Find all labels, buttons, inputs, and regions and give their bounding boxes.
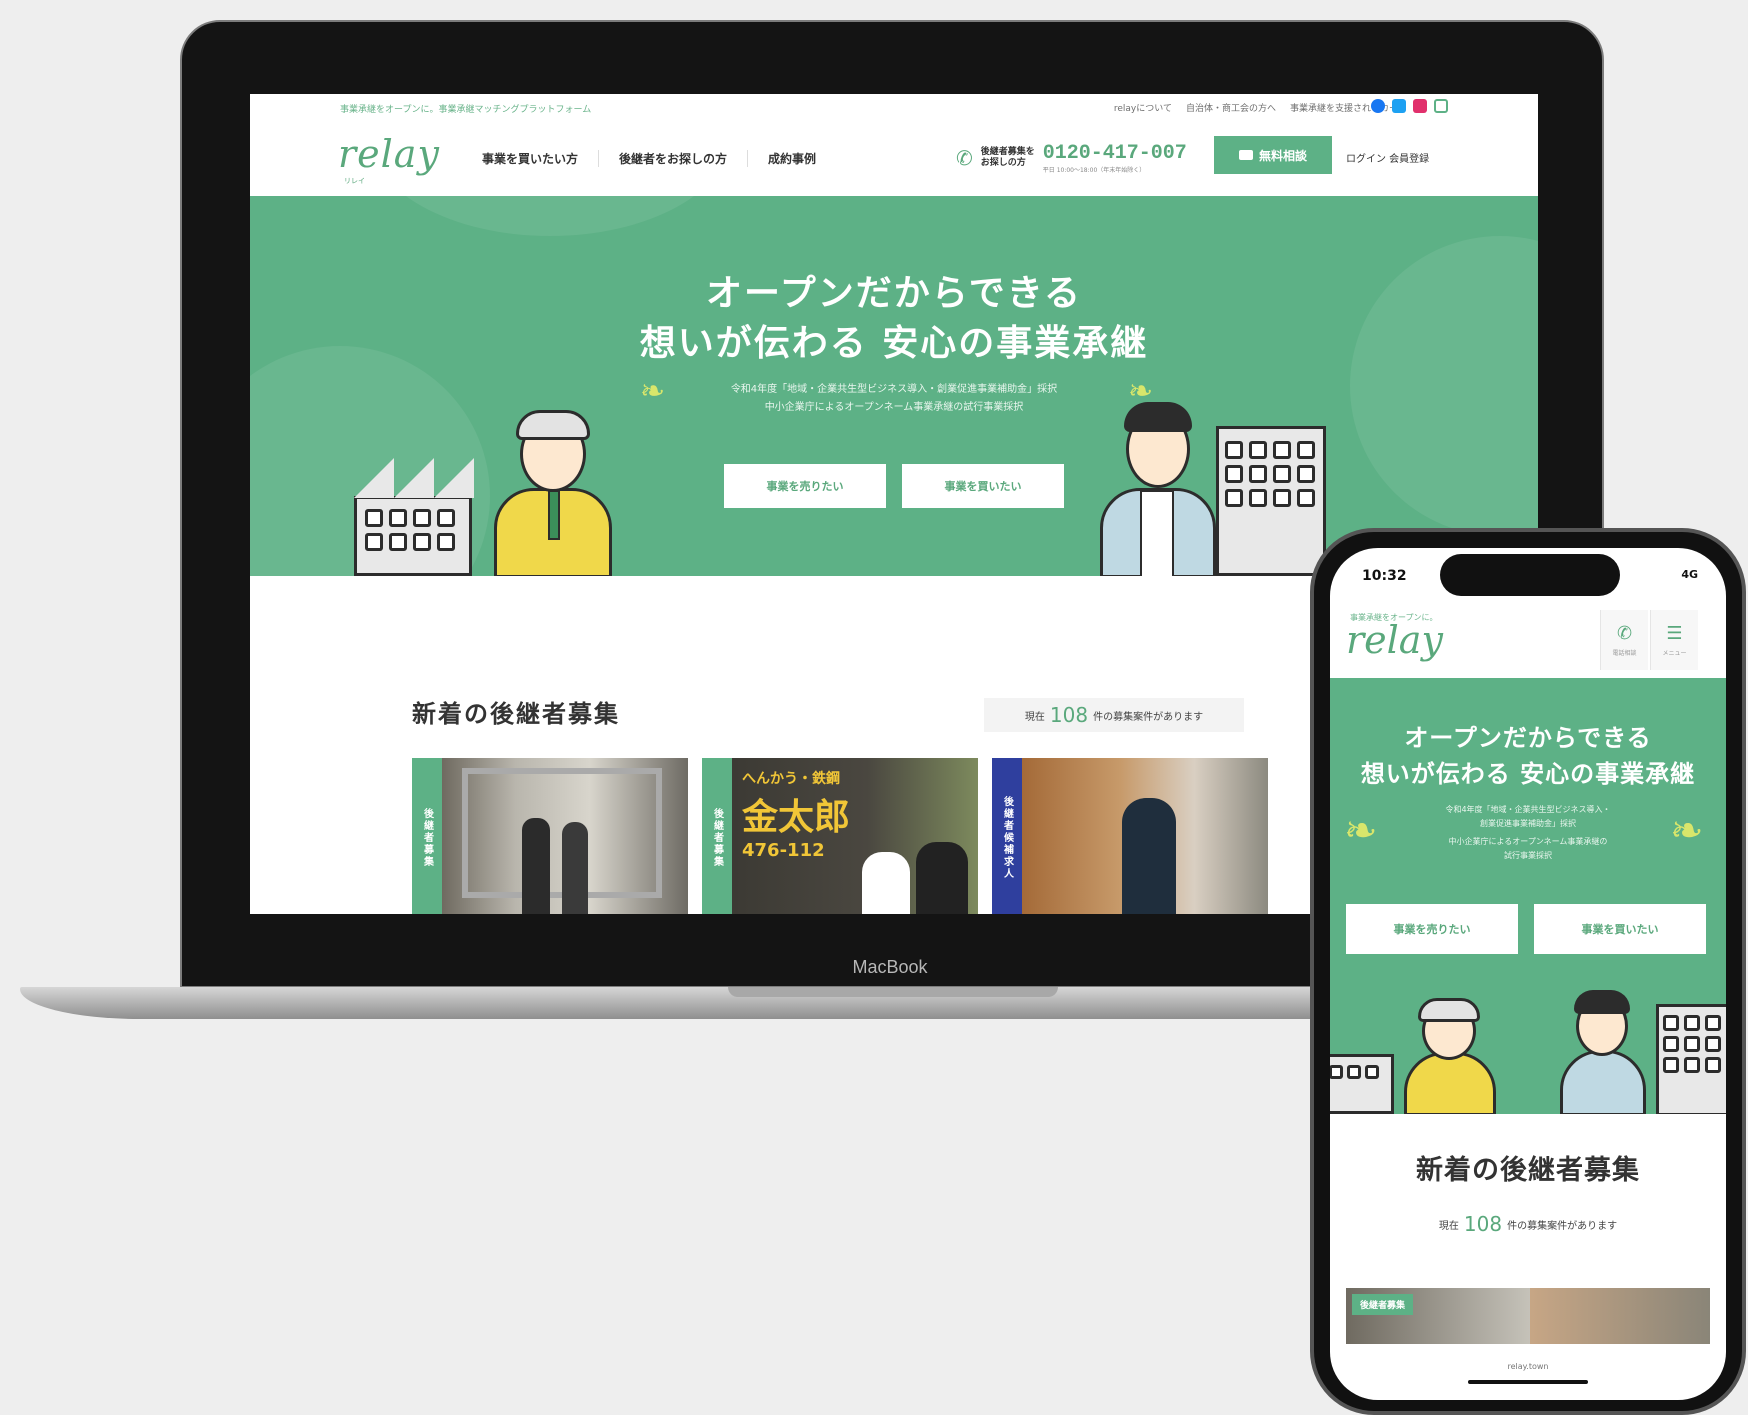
laurel-right-icon: ❧ xyxy=(1670,808,1704,854)
phone-listing-card[interactable] xyxy=(1530,1288,1710,1344)
phone-menu-button[interactable]: ☰ メニュー xyxy=(1650,610,1698,670)
phone-hero-title-line2: 想いが伝わる 安心の事業承継 xyxy=(1360,760,1696,788)
card-tag: 後継者募集 xyxy=(412,758,442,914)
phone-icon: ✆ xyxy=(1616,623,1633,644)
phone-contact[interactable]: ✆ 後継者募集を お探しの方 0120-417-007 平日 10:00〜18:… xyxy=(956,142,1187,174)
phone-buy-button[interactable]: 事業を買いたい xyxy=(1534,904,1706,954)
phone-award-line1: 令和4年度「地域・企業共生型ビジネス導入・ xyxy=(1445,805,1611,814)
top-links: relayについて 自治体・商工会の方へ 事業承継を支援されるカー xyxy=(1114,101,1398,114)
count-suffix: 件の募集案件があります xyxy=(1093,711,1204,723)
topbar: 事業承継をオープンに。事業承継マッチングプラットフォーム relayについて 自… xyxy=(250,94,1538,122)
phone-sell-button[interactable]: 事業を売りたい xyxy=(1346,904,1518,954)
twitter-icon[interactable] xyxy=(1392,99,1406,113)
phone-listing-card[interactable]: 後継者募集 xyxy=(1346,1288,1538,1344)
main-nav: 事業を買いたい方 後継者をお探しの方 成約事例 xyxy=(462,150,836,167)
listing-card[interactable]: 後継者募集 へんかう・鉄鋼 金太郎 476-112 xyxy=(702,758,978,914)
login-register-link[interactable]: ログイン 会員登録 xyxy=(1346,150,1429,165)
site-logo[interactable]: relay xyxy=(338,132,440,176)
count-number: 108 xyxy=(1049,703,1089,727)
phone-award-line4: 試行事業採択 xyxy=(1504,851,1552,860)
card-photo: へんかう・鉄鋼 金太郎 476-112 xyxy=(732,758,978,914)
listing-count: 現在 108 件の募集案件があります xyxy=(984,698,1244,732)
listing-card[interactable]: 後継者候補求人 xyxy=(992,758,1268,914)
nav-item-buy[interactable]: 事業を買いたい方 xyxy=(462,150,600,167)
facebook-icon[interactable] xyxy=(1371,99,1385,113)
phone-section-title: 新着の後継者募集 xyxy=(1416,1155,1640,1186)
phone-label: 後継者募集を お探しの方 xyxy=(980,147,1035,168)
phone-number[interactable]: 0120-417-007 xyxy=(1043,142,1187,165)
card-tag: 後継者募集 xyxy=(702,758,732,914)
count-number: 108 xyxy=(1463,1212,1503,1236)
factory-roof xyxy=(434,458,474,498)
top-link-municipality[interactable]: 自治体・商工会の方へ xyxy=(1186,101,1276,114)
buy-business-button[interactable]: 事業を買いたい xyxy=(902,464,1064,508)
factory-illustration xyxy=(1330,1054,1394,1114)
seller-character xyxy=(1400,996,1500,1114)
tie xyxy=(548,490,560,540)
factory-roof xyxy=(354,458,394,498)
hero-award-line1: 令和4年度「地域・企業共生型ビジネス導入・創業促進事業補助金」採択 xyxy=(730,384,1058,395)
phone-hero-title-line1: オープンだからできる xyxy=(1404,724,1652,752)
laurel-left-icon: ❧ xyxy=(1344,808,1378,854)
instagram-icon[interactable] xyxy=(1413,99,1427,113)
building-windows xyxy=(1225,441,1315,507)
site-logo-sub: リレイ xyxy=(344,177,365,185)
hero-title-line1: オープンだからできる xyxy=(705,273,1083,314)
phone-screen: 10:32 4G 事業承継をオープンに。 relay ✆ 電話相談 ☰ メニュー… xyxy=(1330,548,1726,1400)
count-suffix: 件の募集案件があります xyxy=(1507,1220,1618,1232)
laptop-notch xyxy=(728,987,1058,997)
count-prefix: 現在 xyxy=(1438,1220,1459,1232)
menu-icon: ☰ xyxy=(1666,623,1683,644)
hair xyxy=(1124,402,1192,432)
phone-hours: 平日 10:00〜18:00（年末年始除く） xyxy=(1042,167,1146,174)
phone-logo[interactable]: relay xyxy=(1346,618,1443,662)
card-tag: 後継者候補求人 xyxy=(992,758,1022,914)
card-photo xyxy=(442,758,688,914)
dynamic-island xyxy=(1440,554,1620,596)
hair xyxy=(516,410,590,440)
mail-icon xyxy=(1238,150,1253,160)
site-header: relay リレイ 事業を買いたい方 後継者をお探しの方 成約事例 ✆ 後継者募… xyxy=(250,122,1538,196)
buyer-character xyxy=(1556,988,1650,1114)
card-photo xyxy=(1022,758,1268,914)
shirt xyxy=(1140,490,1174,576)
nav-item-cases[interactable]: 成約事例 xyxy=(748,150,836,167)
hero-section: オープンだからできる 想いが伝わる 安心の事業承継 ❧ ❧ 令和4年度「地域・企… xyxy=(250,196,1538,576)
factory-illustration xyxy=(354,496,472,576)
section-title-new-listings: 新着の後継者募集 xyxy=(412,700,620,728)
sell-business-button[interactable]: 事業を売りたい xyxy=(724,464,886,508)
seller-character xyxy=(490,406,620,576)
phone-award-line3: 中小企業庁によるオープンネーム事業承継の xyxy=(1448,837,1608,846)
hero-title-line2: 想いが伝わる 安心の事業承継 xyxy=(639,323,1149,364)
home-indicator xyxy=(1468,1380,1588,1384)
listing-card[interactable]: 後継者募集 xyxy=(412,758,688,914)
office-building-illustration xyxy=(1216,426,1326,576)
free-consult-button[interactable]: 無料相談 xyxy=(1214,136,1332,174)
laptop-brand-label: MacBook xyxy=(852,957,928,977)
phone-card-tag: 後継者募集 xyxy=(1352,1294,1414,1315)
phone-icon: ✆ xyxy=(956,146,973,170)
hero-bg-circle xyxy=(370,196,730,236)
phone-hero: オープンだからできる 想いが伝わる 安心の事業承継 ❧ ❧ 令和4年度「地域・企… xyxy=(1330,678,1726,1114)
browser-url: relay.town xyxy=(1507,1362,1549,1371)
buyer-character xyxy=(1094,398,1224,576)
factory-windows xyxy=(1330,1065,1379,1079)
nav-item-successor[interactable]: 後継者をお探しの方 xyxy=(599,150,749,167)
count-prefix: 現在 xyxy=(1024,711,1045,723)
phone-tel-button[interactable]: ✆ 電話相談 xyxy=(1600,610,1648,670)
phone-listing-count: 現在 108 件の募集案件があります xyxy=(1330,1212,1726,1236)
hero-award-line2: 中小企業庁によるオープンネーム事業承継の試行事業採択 xyxy=(764,402,1024,413)
phone-award-line2: 創業促進事業補助金」採択 xyxy=(1480,819,1576,828)
top-link-about[interactable]: relayについて xyxy=(1114,101,1172,114)
social-links xyxy=(1371,99,1448,113)
factory-windows xyxy=(365,509,455,551)
note-icon[interactable] xyxy=(1434,99,1448,113)
building-windows xyxy=(1663,1015,1721,1073)
site-tagline: 事業承継をオープンに。事業承継マッチングプラットフォーム xyxy=(340,105,592,115)
office-building-illustration xyxy=(1656,1004,1726,1114)
status-signal: 4G xyxy=(1681,568,1698,581)
factory-roof xyxy=(394,458,434,498)
free-consult-label: 無料相談 xyxy=(1258,148,1307,163)
status-time: 10:32 xyxy=(1362,568,1407,584)
